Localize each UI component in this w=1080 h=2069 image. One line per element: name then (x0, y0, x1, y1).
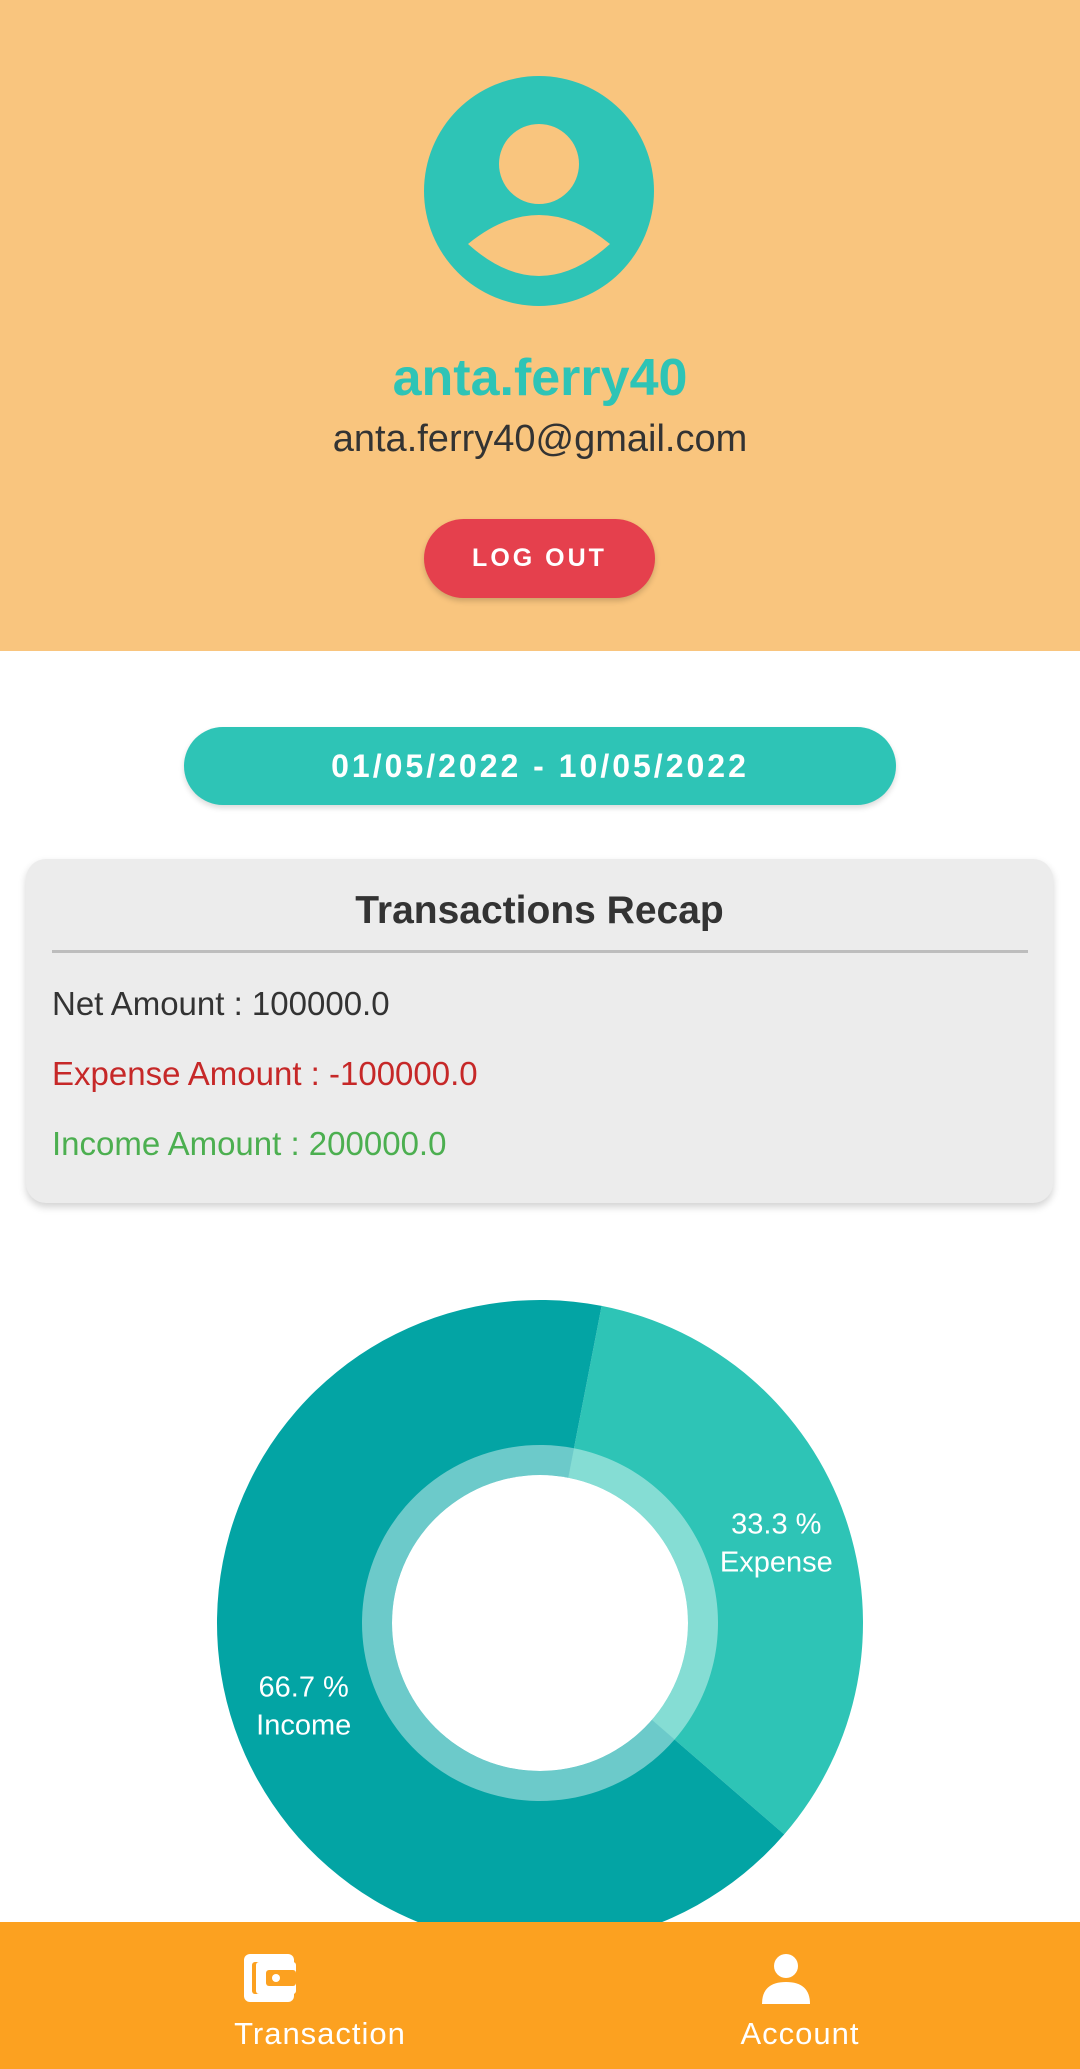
transactions-recap-card: Transactions Recap Net Amount : 100000.0… (26, 859, 1053, 1203)
pie-label-expense: Expense (720, 1546, 833, 1578)
pie-center-hole (392, 1475, 688, 1771)
income-amount: Income Amount : 200000.0 (52, 1125, 447, 1162)
username: anta.ferry40 (392, 349, 688, 407)
logout-button[interactable]: LOG OUT (424, 519, 655, 598)
date-range-picker[interactable]: 01/05/2022 - 10/05/2022 (184, 727, 896, 805)
nav-label-account: Account (740, 2016, 860, 2051)
income-expense-pie-chart: 33.3 % Expense 66.7 % Income (217, 1300, 863, 1922)
recap-divider (52, 950, 1028, 953)
bottom-navigation: Transaction Account (0, 1922, 1080, 2069)
expense-amount: Expense Amount : -100000.0 (52, 1055, 478, 1092)
pie-percent-expense: 33.3 % (731, 1508, 821, 1540)
profile-header: anta.ferry40 anta.ferry40@gmail.com LOG … (0, 0, 1080, 651)
user-avatar-icon (424, 76, 654, 306)
email: anta.ferry40@gmail.com (332, 418, 748, 460)
recap-title: Transactions Recap (355, 889, 724, 932)
pie-percent-income: 66.7 % (259, 1672, 349, 1704)
nav-item-account[interactable]: Account (540, 1922, 1080, 2069)
person-icon (762, 1954, 810, 2004)
net-amount: Net Amount : 100000.0 (52, 985, 390, 1022)
wallet-icon (244, 1954, 296, 2002)
pie-label-income: Income (256, 1710, 351, 1742)
